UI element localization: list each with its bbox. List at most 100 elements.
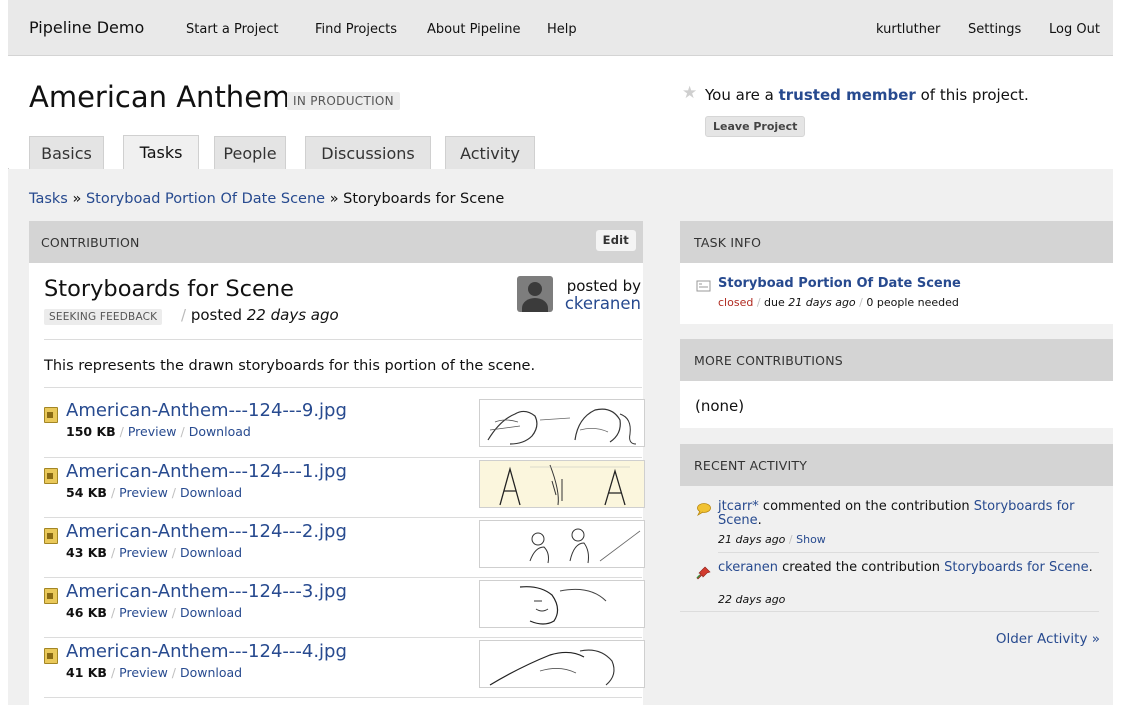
posted-by: posted by ckeranen	[561, 277, 641, 313]
storyboard-thumbnail[interactable]	[479, 460, 645, 508]
file-meta: 46 KB / Preview / Download	[66, 605, 243, 620]
breadcrumb-tasks[interactable]: Tasks	[29, 191, 68, 207]
recent-activity-header: RECENT ACTIVITY	[680, 444, 1113, 486]
download-link[interactable]: Download	[180, 605, 242, 620]
storyboard-thumbnail[interactable]	[479, 399, 645, 447]
star-icon: ★	[682, 83, 698, 103]
contribution-title: Storyboards for Scene	[44, 276, 294, 302]
file-row: American-Anthem---124---4.jpg 41 KB / Pr…	[44, 639, 645, 699]
storyboard-thumbnail[interactable]	[479, 580, 645, 628]
file-link[interactable]: American-Anthem---124---4.jpg	[66, 641, 347, 662]
project-header: American Anthem IN PRODUCTION ★ You are …	[8, 56, 1113, 170]
divider	[44, 387, 642, 388]
divider	[44, 577, 642, 578]
nav-find-projects[interactable]: Find Projects	[315, 22, 397, 37]
task-link[interactable]: Storyboad Portion Of Date Scene	[718, 276, 961, 291]
recent-activity-panel: RECENT ACTIVITY jtcarr* commented on the…	[680, 444, 1113, 705]
nav-logout[interactable]: Log Out	[1049, 22, 1100, 37]
nav-help[interactable]: Help	[547, 22, 577, 37]
preview-link[interactable]: Preview	[119, 545, 168, 560]
more-contributions-panel: MORE CONTRIBUTIONS (none)	[680, 339, 1113, 428]
membership-role-link[interactable]: trusted member	[779, 86, 916, 104]
project-status-badge: IN PRODUCTION	[287, 92, 400, 110]
file-row: American-Anthem---124---1.jpg 54 KB / Pr…	[44, 459, 645, 519]
breadcrumb-current: Storyboards for Scene	[343, 191, 505, 207]
task-icon	[696, 280, 711, 292]
file-link[interactable]: American-Anthem---124---2.jpg	[66, 521, 347, 542]
breadcrumb-parent-task[interactable]: Storyboad Portion Of Date Scene	[86, 191, 325, 207]
divider	[44, 339, 642, 340]
posted-time: / posted 22 days ago	[181, 306, 339, 324]
pin-icon	[696, 566, 711, 580]
membership-text: You are a trusted member of this project…	[705, 86, 1029, 104]
storyboard-thumbnail[interactable]	[479, 640, 645, 688]
file-link[interactable]: American-Anthem---124---9.jpg	[66, 400, 347, 421]
file-meta: 41 KB / Preview / Download	[66, 665, 243, 680]
preview-link[interactable]: Preview	[128, 424, 177, 439]
download-link[interactable]: Download	[180, 485, 242, 500]
tab-people[interactable]: People	[214, 136, 286, 169]
task-info-header: TASK INFO	[680, 221, 1113, 263]
seeking-feedback-badge: SEEKING FEEDBACK	[44, 309, 163, 325]
contribution-header: CONTRIBUTION Edit	[29, 221, 643, 263]
image-file-icon	[44, 528, 58, 544]
divider	[680, 611, 1099, 612]
download-link[interactable]: Download	[180, 665, 242, 680]
download-link[interactable]: Download	[180, 545, 242, 560]
leave-project-button[interactable]: Leave Project	[705, 116, 806, 137]
nav-settings[interactable]: Settings	[968, 22, 1021, 37]
divider	[44, 517, 642, 518]
comment-icon	[697, 503, 711, 516]
activity-time: 22 days ago	[718, 593, 786, 606]
nav-start-project[interactable]: Start a Project	[186, 22, 278, 37]
nav-about-pipeline[interactable]: About Pipeline	[427, 22, 520, 37]
activity-target-link[interactable]: Storyboards for Scene	[944, 560, 1088, 575]
preview-link[interactable]: Preview	[119, 665, 168, 680]
file-row: American-Anthem---124---9.jpg 150 KB / P…	[44, 398, 645, 458]
brand-link[interactable]: Pipeline Demo	[29, 18, 144, 37]
download-link[interactable]: Download	[189, 424, 251, 439]
divider	[44, 697, 642, 698]
tab-basics[interactable]: Basics	[29, 136, 104, 169]
tab-tasks[interactable]: Tasks	[123, 135, 199, 170]
activity-time: 21 days ago / Show	[718, 533, 826, 546]
show-link[interactable]: Show	[796, 533, 826, 546]
top-nav: Pipeline Demo Start a Project Find Proje…	[8, 0, 1113, 56]
task-meta: closed / due 21 days ago / 0 people need…	[718, 296, 959, 309]
activity-user-link[interactable]: jtcarr*	[718, 499, 759, 514]
nav-user[interactable]: kurtluther	[876, 22, 940, 37]
file-meta: 54 KB / Preview / Download	[66, 485, 243, 500]
edit-button[interactable]: Edit	[595, 230, 636, 251]
file-row: American-Anthem---124---2.jpg 43 KB / Pr…	[44, 519, 645, 579]
image-file-icon	[44, 588, 58, 604]
file-meta: 150 KB / Preview / Download	[66, 424, 251, 439]
storyboard-thumbnail[interactable]	[479, 520, 645, 568]
more-contributions-header: MORE CONTRIBUTIONS	[680, 339, 1113, 381]
avatar[interactable]	[517, 276, 553, 312]
tab-discussions[interactable]: Discussions	[305, 136, 431, 169]
main-content: Tasks » Storyboad Portion Of Date Scene …	[8, 169, 1113, 705]
file-link[interactable]: American-Anthem---124---1.jpg	[66, 461, 347, 482]
preview-link[interactable]: Preview	[119, 605, 168, 620]
project-title: American Anthem	[29, 80, 291, 114]
contribution-description: This represents the drawn storyboards fo…	[44, 358, 536, 374]
empty-text: (none)	[695, 397, 745, 415]
divider	[44, 637, 642, 638]
divider	[718, 552, 1099, 553]
tab-activity[interactable]: Activity	[445, 136, 535, 169]
author-link[interactable]: ckeranen	[561, 295, 641, 313]
breadcrumb: Tasks » Storyboad Portion Of Date Scene …	[29, 191, 505, 207]
image-file-icon	[44, 407, 58, 423]
preview-link[interactable]: Preview	[119, 485, 168, 500]
older-activity-link[interactable]: Older Activity »	[996, 631, 1100, 647]
file-link[interactable]: American-Anthem---124---3.jpg	[66, 581, 347, 602]
activity-user-link[interactable]: ckeranen	[718, 560, 778, 575]
activity-item: ckeranen created the contribution Storyb…	[718, 560, 1093, 575]
image-file-icon	[44, 468, 58, 484]
file-row: American-Anthem---124---3.jpg 46 KB / Pr…	[44, 579, 645, 639]
image-file-icon	[44, 648, 58, 664]
file-meta: 43 KB / Preview / Download	[66, 545, 243, 560]
task-info-panel: TASK INFO Storyboad Portion Of Date Scen…	[680, 221, 1113, 324]
divider	[44, 457, 642, 458]
activity-item: jtcarr* commented on the contribution St…	[718, 499, 1075, 528]
